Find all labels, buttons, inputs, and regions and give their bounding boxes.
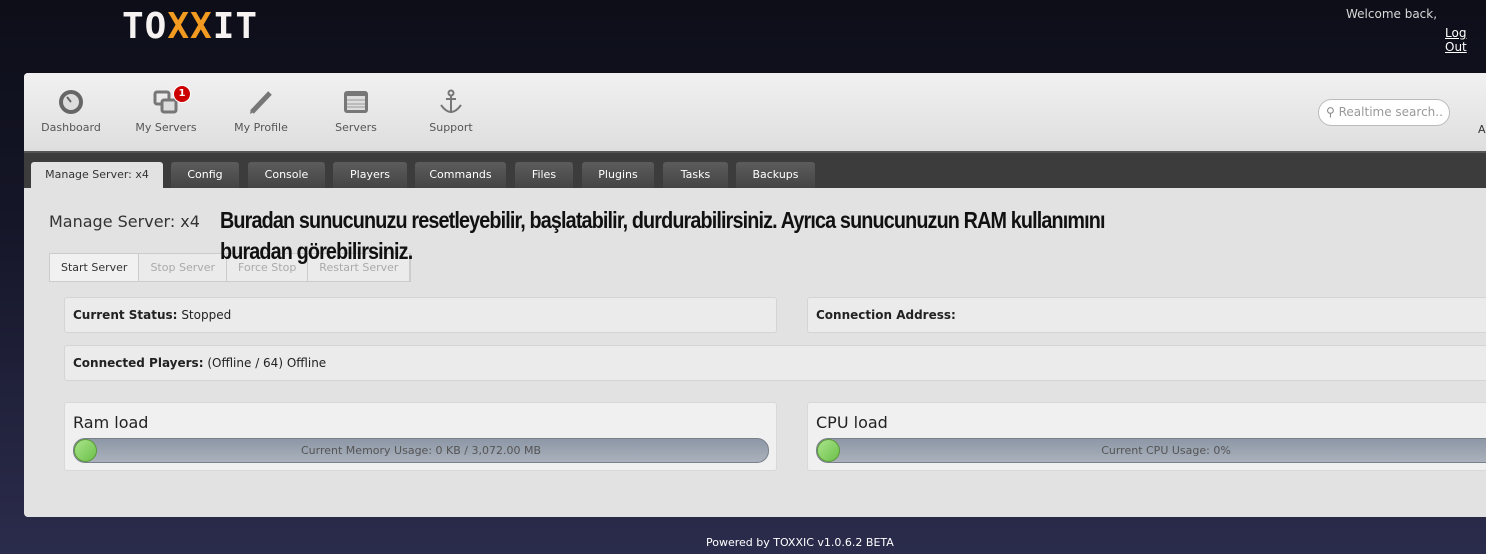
tab-console[interactable]: Console	[248, 162, 325, 188]
tab-files[interactable]: Files	[515, 162, 573, 188]
nav-item-cut[interactable]: A	[1478, 123, 1486, 136]
footer-text: Powered by TOXXIC v1.0.6.2 BETA	[706, 536, 894, 549]
cpu-progress-fill	[817, 439, 840, 462]
nav-my-profile[interactable]: My Profile	[216, 89, 306, 134]
nav-support[interactable]: Support	[406, 89, 496, 134]
ram-load-panel: Ram load Current Memory Usage: 0 KB / 3,…	[64, 402, 777, 471]
stop-server-button[interactable]: Stop Server	[139, 254, 228, 281]
nav-dashboard[interactable]: Dashboard	[26, 89, 116, 134]
tab-commands[interactable]: Commands	[415, 162, 506, 188]
tab-players[interactable]: Players	[333, 162, 407, 188]
logo-text-accent: XX	[167, 6, 213, 47]
status-box: Current Status: Stopped	[64, 297, 777, 333]
tab-bar: Manage Server: x4 Config Console Players…	[24, 153, 1486, 188]
address-box: Connection Address:	[807, 297, 1486, 333]
logo-text: IT	[212, 6, 259, 47]
logo-text: TO	[122, 6, 168, 47]
cpu-load-panel: CPU load Current CPU Usage: 0%	[807, 402, 1486, 471]
tab-tasks[interactable]: Tasks	[663, 162, 728, 188]
nav-label: Servers	[335, 121, 377, 134]
status-label: Current Status:	[73, 308, 178, 322]
ram-progress-fill	[74, 439, 97, 462]
nav-label: My Servers	[135, 121, 197, 134]
nav-my-servers[interactable]: 1 My Servers	[121, 85, 211, 134]
pencil-icon	[248, 89, 274, 115]
start-server-button[interactable]: Start Server	[50, 254, 140, 281]
tab-backups[interactable]: Backups	[736, 162, 815, 188]
main-panel: Dashboard 1 My Servers My Profile Server…	[24, 73, 1486, 517]
list-table-icon	[343, 89, 369, 115]
ram-title: Ram load	[73, 413, 149, 432]
welcome-text: Welcome back,	[1346, 7, 1438, 21]
search-placeholder: Realtime search..	[1338, 105, 1443, 119]
cpu-usage-text: Current CPU Usage: 0%	[1101, 444, 1231, 457]
ram-usage-text: Current Memory Usage: 0 KB / 3,072.00 MB	[301, 444, 541, 457]
tab-config[interactable]: Config	[171, 162, 239, 188]
cpu-progress-bar: Current CPU Usage: 0%	[816, 438, 1486, 463]
logout-link[interactable]: Log Out	[1445, 26, 1486, 54]
nav-label: Dashboard	[41, 121, 101, 134]
nav-label: Support	[429, 121, 473, 134]
cpu-title: CPU load	[816, 413, 888, 432]
tab-manage-server[interactable]: Manage Server: x4	[31, 162, 163, 188]
page-title: Manage Server: x4	[49, 212, 200, 231]
nav-label: My Profile	[234, 121, 288, 134]
top-nav: Dashboard 1 My Servers My Profile Server…	[24, 73, 1486, 153]
players-value: (Offline / 64) Offline	[207, 356, 327, 370]
dashboard-gauge-icon	[58, 89, 84, 115]
address-label: Connection Address:	[816, 308, 956, 322]
ram-progress-bar: Current Memory Usage: 0 KB / 3,072.00 MB	[73, 438, 769, 463]
notification-badge: 1	[173, 85, 191, 103]
players-box: Connected Players: (Offline / 64) Offlin…	[64, 345, 1486, 381]
search-input[interactable]: ⚲ Realtime search..	[1318, 99, 1450, 126]
nav-servers[interactable]: Servers	[311, 89, 401, 134]
search-icon: ⚲	[1326, 105, 1335, 119]
tab-plugins[interactable]: Plugins	[582, 162, 654, 188]
status-value: Stopped	[181, 308, 232, 322]
servers-windows-icon: 1	[153, 85, 191, 115]
anchor-icon	[438, 89, 464, 115]
players-label: Connected Players:	[73, 356, 204, 370]
annotation-text: Buradan sunucunuzu resetleyebilir, başla…	[220, 207, 1105, 264]
logo[interactable]: TOXXIT	[122, 9, 258, 45]
